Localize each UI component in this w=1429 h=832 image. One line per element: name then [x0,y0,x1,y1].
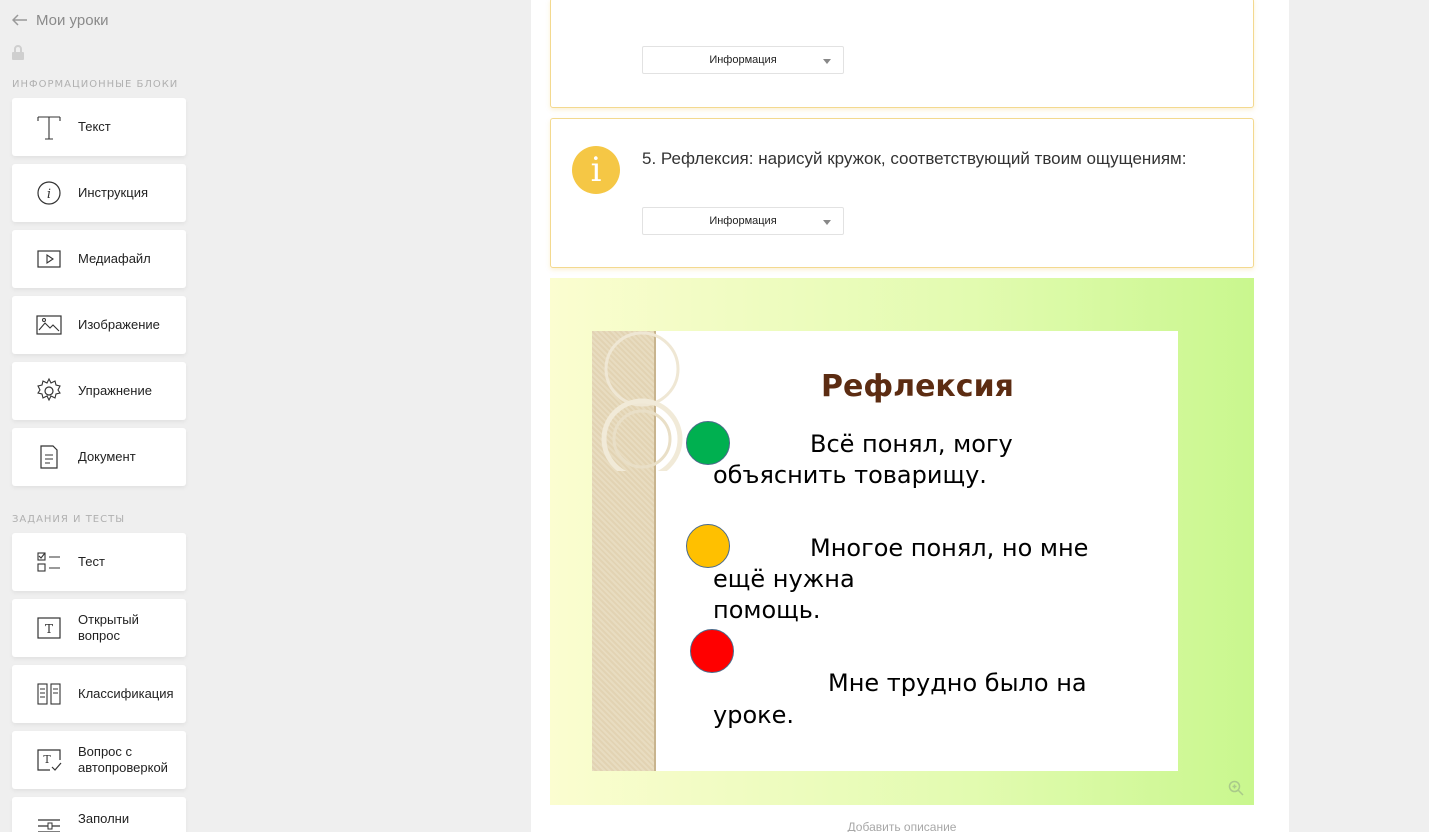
block-type-dropdown-value: Информация [709,54,777,66]
slide-text-2a: Многое понял, но мне [810,534,1089,562]
gear-icon [34,376,64,406]
instruction-icon: i [34,178,64,208]
back-link[interactable]: Мои уроки [12,10,109,30]
block-exercise-button[interactable]: Упражнение [12,362,186,420]
slide-image: Рефлексия Всё понял, могу объяснить това… [592,331,1178,771]
slide-text-1b: объяснить товарищу. [713,461,987,489]
block-type-dropdown[interactable]: Информация [642,207,844,235]
open-question-icon: T [34,613,64,643]
block-auto-check-label: Вопрос с автопроверкой [78,744,168,775]
block-exercise-label: Упражнение [78,383,152,398]
document-icon [34,442,64,472]
block-text-label: Текст [78,119,111,134]
slide-decoration [592,331,683,771]
image-block[interactable]: Рефлексия Всё понял, могу объяснить това… [550,278,1254,805]
block-auto-check-button[interactable]: T Вопрос с автопроверкой [12,731,186,789]
add-description-link[interactable]: Добавить описание [550,805,1254,832]
classification-icon [34,679,64,709]
lock-icon [12,45,24,60]
green-circle [686,421,730,465]
slide-text-1a: Всё понял, могу [810,430,1013,458]
block-open-question-button[interactable]: T Открытый вопрос [12,599,186,657]
block-instruction-button[interactable]: i Инструкция [12,164,186,222]
fill-icon [34,811,64,832]
media-icon [34,244,64,274]
block-open-question-label: Открытый вопрос [78,612,139,643]
block-fill-label: Заполни [78,811,130,826]
block-media-label: Медиафайл [78,251,151,266]
slide-title: Рефлексия [821,369,1014,404]
block-fill-button[interactable]: Заполни [12,797,186,832]
block-document-button[interactable]: Документ [12,428,186,486]
text-icon [34,112,64,142]
block-type-dropdown[interactable]: Информация [642,46,844,74]
arrow-left-icon [12,14,27,26]
block-image-button[interactable]: Изображение [12,296,186,354]
slide-text-3a: Мне трудно было на [828,669,1087,697]
block-media-button[interactable]: Медиафайл [12,230,186,288]
chevron-down-icon [823,220,831,225]
card-title[interactable]: 5. Рефлексия: нарисуй кружок, соответств… [642,147,1202,170]
block-classification-label: Классификация [78,686,174,701]
tasks-section-title: ЗАДАНИЯ И ТЕСТЫ [12,514,126,525]
slide-text-3b: уроке. [713,701,795,729]
red-circle [690,629,734,673]
block-instruction-label: Инструкция [78,185,148,200]
slide-text-2b: ещё нужна [713,565,855,593]
svg-text:T: T [45,622,53,636]
slide-text-2c: помощь. [713,596,821,624]
info-blocks-section-title: ИНФОРМАЦИОННЫЕ БЛОКИ [12,79,179,90]
block-text-button[interactable]: Текст [12,98,186,156]
circles-decoration-icon [601,331,683,471]
block-image-label: Изображение [78,317,160,332]
back-link-label: Мои уроки [36,11,109,29]
block-test-button[interactable]: Тест [12,533,186,591]
auto-check-icon: T [34,745,64,775]
svg-text:i: i [47,187,51,202]
svg-text:T: T [43,753,51,766]
block-test-label: Тест [78,554,105,569]
info-card-reflection: i 5. Рефлексия: нарисуй кружок, соответс… [550,118,1254,268]
info-icon: i [572,146,620,194]
block-classification-button[interactable]: Классификация [12,665,186,723]
image-icon [34,310,64,340]
zoom-icon[interactable] [1228,780,1244,796]
block-document-label: Документ [78,449,136,464]
chevron-down-icon [823,59,831,64]
block-type-dropdown-value: Информация [709,215,777,227]
yellow-circle [686,524,730,568]
checklist-icon [34,547,64,577]
info-card-previous: Информация [550,0,1254,108]
